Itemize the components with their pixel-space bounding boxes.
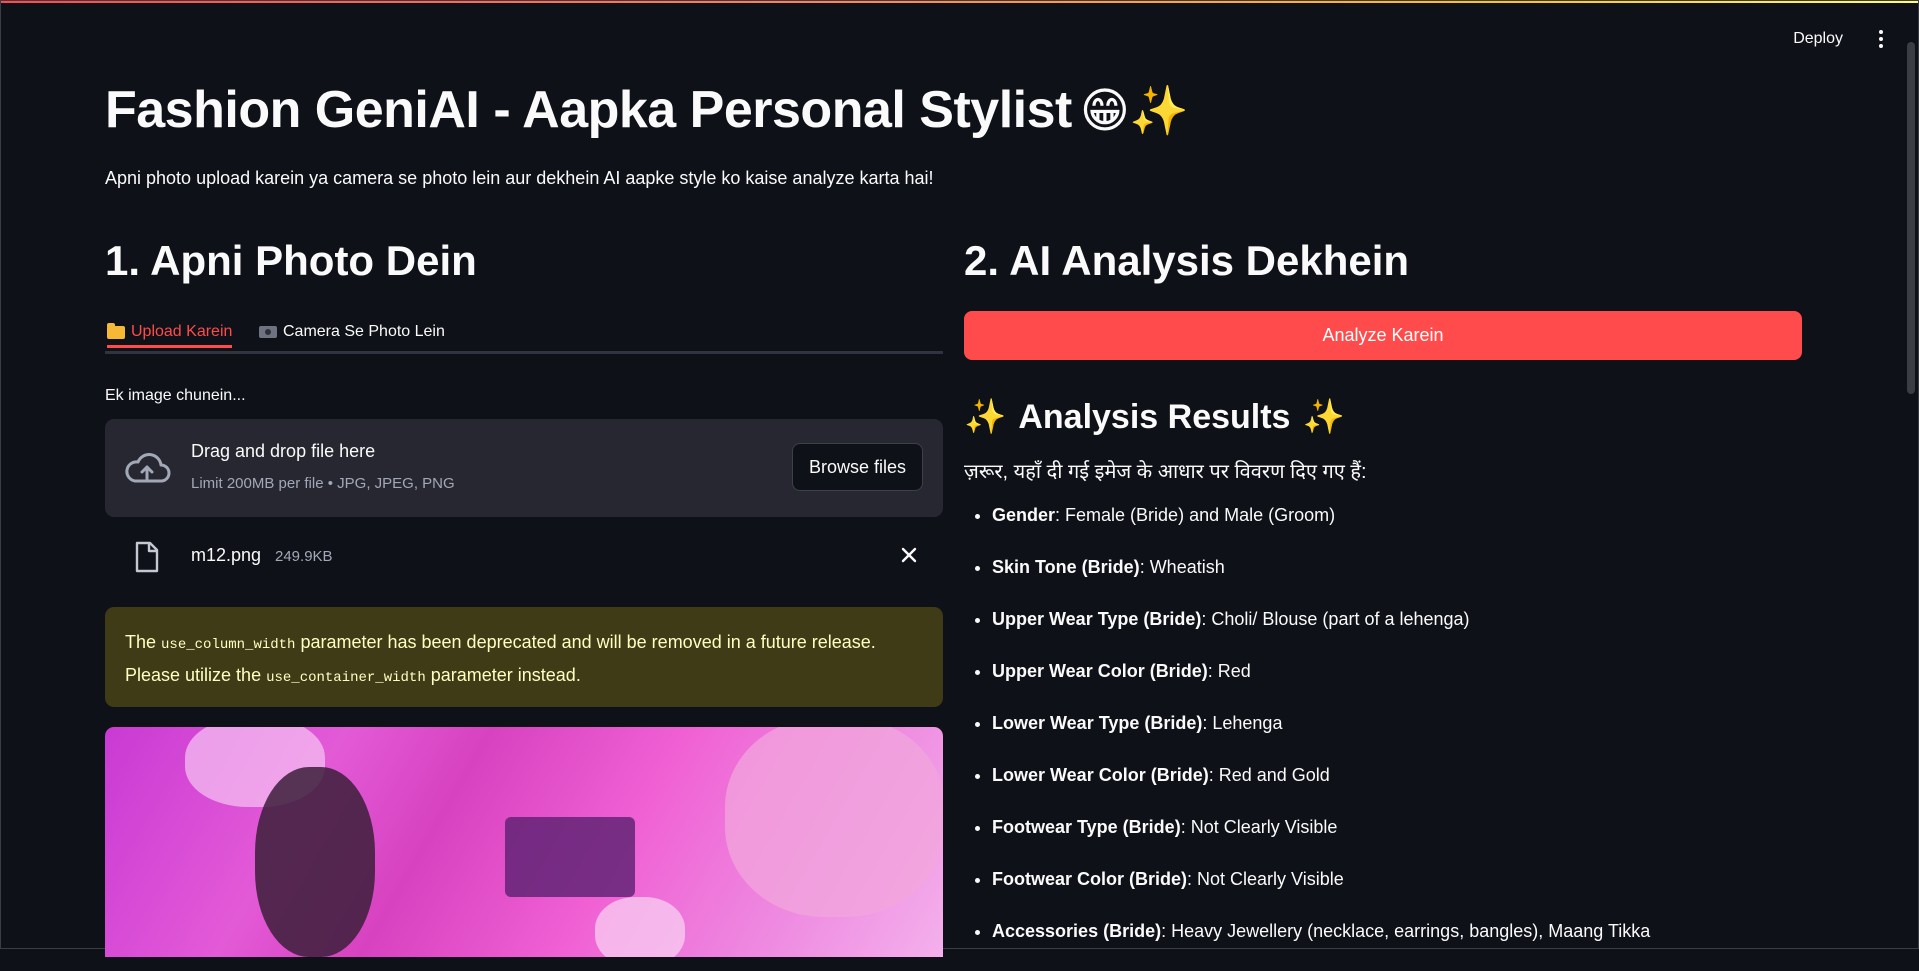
sparkles-icon: ✨ [1302, 398, 1345, 436]
result-value: : Wheatish [1139, 557, 1225, 577]
result-item: Skin Tone (Bride): Wheatish [992, 555, 1650, 607]
warning-text-3: parameter instead. [425, 665, 581, 685]
result-key: Accessories (Bride) [992, 921, 1162, 941]
result-item: Footwear Type (Bride): Not Clearly Visib… [992, 815, 1650, 867]
browse-files-button[interactable]: Browse files [791, 443, 923, 491]
file-name: m12.png [191, 545, 262, 565]
grin-sparkles-emoji: 😁✨ [1079, 84, 1189, 138]
result-item: Gender: Female (Bride) and Male (Groom) [992, 503, 1650, 555]
warning-code-1: use_column_width [161, 637, 296, 653]
warning-text-1: The [125, 632, 162, 652]
result-key: Gender [992, 505, 1056, 525]
dropzone-title: Drag and drop file here [191, 441, 376, 461]
page-subtitle: Apni photo upload karein ya camera se ph… [105, 168, 934, 188]
preview-blob [505, 817, 635, 897]
analysis-column: 2. AI Analysis Dekhein Analyze Karein ✨ … [964, 237, 1802, 941]
result-key: Footwear Type (Bride) [992, 817, 1181, 837]
tab-upload-label: Upload Karein [131, 323, 233, 340]
page-title-text: Fashion GeniAI - Aapka Personal Stylist [105, 81, 1072, 139]
tab-upload[interactable]: Upload Karein [107, 322, 233, 348]
result-item: Lower Wear Color (Bride): Red and Gold [992, 763, 1650, 815]
result-value: : Choli/ Blouse (part of a lehenga) [1201, 609, 1470, 629]
uploaded-file-row: m12.png 249.9KB [105, 537, 943, 583]
result-item: Lower Wear Type (Bride): Lehenga [992, 711, 1650, 763]
analyze-button[interactable]: Analyze Karein [964, 311, 1802, 360]
uploaded-image-preview [105, 727, 943, 957]
result-key: Skin Tone (Bride) [992, 557, 1140, 577]
tab-camera-label: Camera Se Photo Lein [283, 323, 445, 340]
file-icon [135, 541, 159, 573]
upload-tabs: Upload Karein Camera Se Photo Lein [105, 322, 943, 354]
result-value: : Not Clearly Visible [1180, 817, 1338, 837]
camera-icon [259, 326, 277, 338]
app-header: Fashion GeniAI - Aapka Personal Stylist … [105, 80, 1805, 188]
results-list: Gender: Female (Bride) and Male (Groom) … [964, 503, 1650, 971]
preview-blob [595, 897, 685, 957]
result-key: Upper Wear Type (Bride) [992, 609, 1202, 629]
remove-file-icon[interactable] [897, 543, 921, 567]
result-key: Lower Wear Type (Bride) [992, 713, 1203, 733]
file-dropzone[interactable]: Drag and drop file here Limit 200MB per … [105, 419, 943, 517]
folder-icon [107, 322, 125, 339]
results-intro: ज़रूर, यहाँ दी गई इमेज के आधार पर विवरण … [964, 461, 1367, 483]
results-title-text: Analysis Results [1018, 397, 1291, 436]
cloud-upload-icon [125, 453, 171, 483]
result-item: Footwear Color (Bride): Not Clearly Visi… [992, 867, 1650, 919]
result-key: Footwear Color (Bride) [992, 869, 1188, 889]
result-value: : Heavy Jewellery (necklace, earrings, b… [1161, 921, 1651, 941]
result-item: Accessories (Bride): Heavy Jewellery (ne… [992, 919, 1650, 971]
dropzone-limit: Limit 200MB per file • JPG, JPEG, PNG [191, 475, 455, 492]
upload-heading: 1. Apni Photo Dein [105, 237, 477, 284]
scrollbar-thumb[interactable] [1907, 42, 1915, 394]
page-title: Fashion GeniAI - Aapka Personal Stylist … [105, 80, 1805, 140]
tab-camera[interactable]: Camera Se Photo Lein [259, 323, 445, 341]
analysis-heading: 2. AI Analysis Dekhein [964, 237, 1410, 284]
main-menu-icon[interactable] [1873, 26, 1889, 52]
result-value: : Lehenga [1202, 713, 1283, 733]
preview-blob [255, 767, 375, 957]
results-title: ✨ Analysis Results ✨ [964, 397, 1345, 437]
upload-column: 1. Apni Photo Dein Upload Karein Camera … [105, 237, 943, 957]
result-key: Upper Wear Color (Bride) [992, 661, 1208, 681]
result-item: Upper Wear Type (Bride): Choli/ Blouse (… [992, 607, 1650, 659]
header-actions: Deploy [1785, 26, 1889, 52]
file-size: 249.9KB [275, 548, 333, 565]
warning-code-2: use_container_width [266, 670, 426, 686]
result-value: : Red and Gold [1208, 765, 1330, 785]
deprecation-warning: The use_column_width parameter has been … [105, 607, 943, 707]
preview-blob [725, 727, 943, 917]
top-decoration-bar [0, 0, 1919, 3]
result-value: : Red [1207, 661, 1251, 681]
deploy-button[interactable]: Deploy [1785, 26, 1851, 52]
uploader-label: Ek image chunein... [105, 387, 246, 404]
result-key: Lower Wear Color (Bride) [992, 765, 1209, 785]
result-item: Upper Wear Color (Bride): Red [992, 659, 1650, 711]
sparkles-icon: ✨ [964, 398, 1007, 436]
result-value: : Female (Bride) and Male (Groom) [1055, 505, 1336, 525]
result-value: : Not Clearly Visible [1187, 869, 1344, 889]
